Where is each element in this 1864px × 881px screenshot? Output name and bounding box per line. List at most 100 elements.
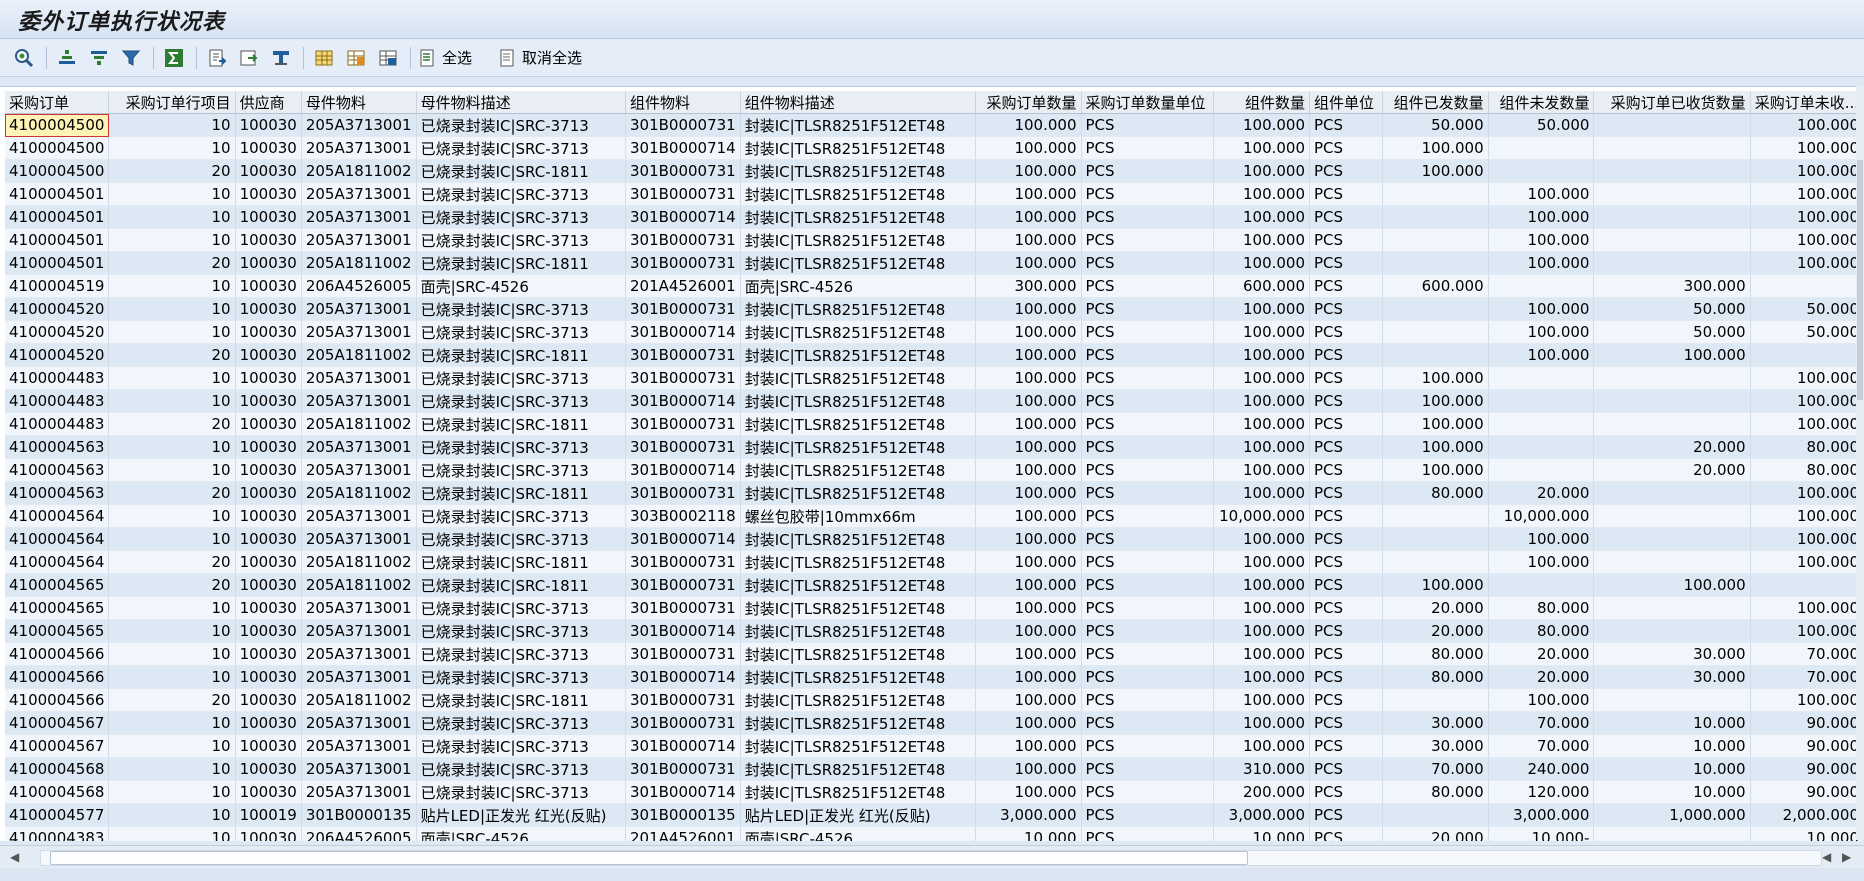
table-cell[interactable] (1382, 527, 1489, 551)
table-row[interactable]: 4100004577 10 100019 301B0000135 贴片LED|正发光 红… (5, 803, 1864, 827)
table-cell[interactable]: 301B0000135 (625, 803, 741, 827)
table-cell[interactable]: 80.000 (1382, 481, 1489, 505)
table-cell[interactable]: 封装IC|TLSR8251F512ET48 (740, 228, 976, 252)
table-cell[interactable]: 100.000 (1750, 113, 1864, 137)
table-cell[interactable]: PCS (1309, 803, 1383, 827)
table-cell[interactable]: 100030 (235, 757, 302, 781)
table-cell[interactable]: 100.000 (1488, 182, 1595, 206)
table-cell[interactable]: 100.000 (975, 159, 1082, 183)
table-cell[interactable]: 100030 (235, 159, 302, 183)
table-row[interactable]: 4100004563 10 100030 205A3713001 已烧录封装IC|SRC… (5, 435, 1864, 459)
table-cell[interactable]: 4100004564 (5, 527, 110, 551)
table-cell[interactable]: 205A1811002 (301, 481, 417, 505)
table-cell[interactable]: 301B0000714 (625, 780, 741, 804)
table-cell[interactable]: 10 (108, 320, 236, 344)
table-cell[interactable]: PCS (1309, 412, 1383, 436)
table-cell[interactable]: 封装IC|TLSR8251F512ET48 (740, 343, 976, 367)
table-cell[interactable]: 20.000 (1488, 665, 1595, 689)
table-cell[interactable]: 301B0000731 (625, 182, 741, 206)
table-cell[interactable]: PCS (1081, 182, 1215, 206)
table-row[interactable]: 4100004568 10 100030 205A3713001 已烧录封装IC|SRC… (5, 757, 1864, 781)
table-cell[interactable]: 10 (108, 527, 236, 551)
table-cell[interactable]: 30.000 (1382, 711, 1489, 735)
table-cell[interactable]: 100.000 (1750, 688, 1864, 712)
table-cell[interactable]: 300.000 (1593, 274, 1751, 298)
table-cell[interactable] (1382, 504, 1489, 528)
table-cell[interactable]: 20.000 (1488, 642, 1595, 666)
table-cell[interactable]: 面壳|SRC-4526 (416, 274, 626, 298)
table-cell[interactable]: 100.000 (1382, 366, 1489, 390)
table-cell[interactable]: 30.000 (1593, 642, 1751, 666)
table-cell[interactable] (1593, 688, 1751, 712)
table-cell[interactable]: 100.000 (1750, 228, 1864, 252)
table-cell[interactable] (1382, 688, 1489, 712)
table-row[interactable]: 4100004566 20 100030 205A1811002 已烧录封装IC|SRC… (5, 688, 1864, 712)
table-cell[interactable]: 100.000 (1213, 343, 1311, 367)
table-cell[interactable] (1488, 136, 1595, 160)
filter-button[interactable] (117, 44, 145, 72)
export-button[interactable] (203, 44, 231, 72)
table-cell[interactable]: 301B0000714 (625, 136, 741, 160)
table-cell[interactable]: 100030 (235, 527, 302, 551)
table-cell[interactable]: 10 (108, 136, 236, 160)
subtotal-button[interactable] (267, 44, 295, 72)
sort-descending-button[interactable] (85, 44, 113, 72)
table-cell[interactable]: 已烧录封装IC|SRC-3713 (416, 458, 626, 482)
table-cell[interactable]: 贴片LED|正发光 红光(反贴) (416, 803, 626, 827)
table-row[interactable]: 4100004565 10 100030 205A3713001 已烧录封装IC|SRC… (5, 619, 1864, 643)
table-cell[interactable] (1488, 573, 1595, 597)
table-cell[interactable]: 1,000.000 (1593, 803, 1751, 827)
table-cell[interactable] (1593, 504, 1751, 528)
table-cell[interactable]: 已烧录封装IC|SRC-3713 (416, 297, 626, 321)
table-cell[interactable] (1593, 389, 1751, 413)
table-row[interactable]: 4100004567 10 100030 205A3713001 已烧录封装IC|SRC… (5, 734, 1864, 758)
table-row[interactable]: 4100004501 10 100030 205A3713001 已烧录封装IC|SRC… (5, 228, 1864, 252)
table-cell[interactable]: 封装IC|TLSR8251F512ET48 (740, 665, 976, 689)
table-cell[interactable]: 100019 (235, 803, 302, 827)
table-cell[interactable]: 100.000 (975, 527, 1082, 551)
table-cell[interactable] (1593, 113, 1751, 137)
table-cell[interactable] (1593, 251, 1751, 275)
table-cell[interactable]: 301B0000714 (625, 665, 741, 689)
table-cell[interactable]: 205A3713001 (301, 619, 417, 643)
table-cell[interactable]: 120.000 (1488, 780, 1595, 804)
table-row[interactable]: 4100004565 10 100030 205A3713001 已烧录封装IC|SRC… (5, 596, 1864, 620)
table-cell[interactable]: 50.000 (1593, 297, 1751, 321)
table-cell[interactable]: 205A3713001 (301, 205, 417, 229)
table-cell[interactable]: 205A3713001 (301, 734, 417, 758)
table-cell[interactable]: 301B0000731 (625, 412, 741, 436)
table-cell[interactable]: 70.000 (1382, 757, 1489, 781)
table-cell[interactable]: 301B0000714 (625, 205, 741, 229)
table-cell[interactable]: 100.000 (975, 757, 1082, 781)
table-cell[interactable]: 100.000 (1213, 389, 1311, 413)
table-cell[interactable]: 100.000 (1213, 481, 1311, 505)
table-cell[interactable] (1488, 366, 1595, 390)
table-cell[interactable] (1593, 596, 1751, 620)
table-cell[interactable]: 100.000 (975, 182, 1082, 206)
table-cell[interactable]: 10.000 (1593, 734, 1751, 758)
table-cell[interactable]: 205A3713001 (301, 711, 417, 735)
scroll-right-end-icon[interactable]: ▶ (1842, 850, 1851, 864)
table-cell[interactable]: 100.000 (975, 734, 1082, 758)
table-cell[interactable]: 100.000 (1750, 550, 1864, 574)
table-cell[interactable]: 205A3713001 (301, 596, 417, 620)
table-cell[interactable] (1593, 228, 1751, 252)
table-cell[interactable]: 100030 (235, 182, 302, 206)
table-cell[interactable]: PCS (1081, 711, 1215, 735)
table-cell[interactable]: 100030 (235, 619, 302, 643)
table-cell[interactable]: PCS (1309, 596, 1383, 620)
table-row[interactable]: 4100004568 10 100030 205A3713001 已烧录封装IC|SRC… (5, 780, 1864, 804)
table-cell[interactable]: 4100004500 (5, 113, 110, 137)
table-cell[interactable]: 100.000 (1213, 113, 1311, 137)
table-cell[interactable]: 20 (108, 251, 236, 275)
table-cell[interactable]: 600.000 (1213, 274, 1311, 298)
table-cell[interactable]: 封装IC|TLSR8251F512ET48 (740, 412, 976, 436)
table-cell[interactable]: 100.000 (1213, 688, 1311, 712)
table-row[interactable]: 4100004500 20 100030 205A1811002 已烧录封装IC|SRC… (5, 159, 1864, 183)
table-cell[interactable]: 600.000 (1382, 274, 1489, 298)
table-cell[interactable]: 已烧录封装IC|SRC-3713 (416, 527, 626, 551)
table-cell[interactable]: 封装IC|TLSR8251F512ET48 (740, 688, 976, 712)
table-cell[interactable]: 10.000- (1488, 826, 1595, 841)
table-cell[interactable]: PCS (1309, 159, 1383, 183)
table-cell[interactable]: 封装IC|TLSR8251F512ET48 (740, 734, 976, 758)
